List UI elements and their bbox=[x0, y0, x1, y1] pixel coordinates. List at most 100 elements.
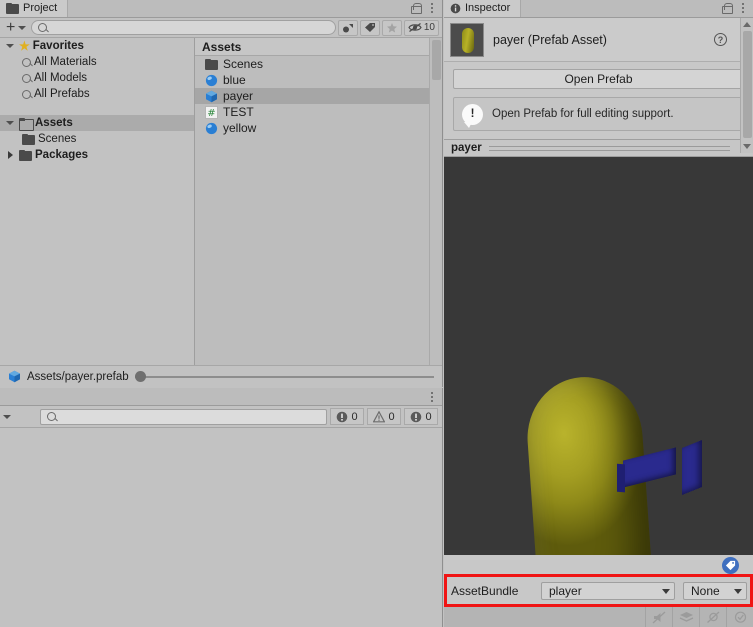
tree-item-all-prefabs[interactable]: All Prefabs bbox=[0, 86, 194, 102]
tab-project-label: Project bbox=[23, 2, 58, 14]
chevron-right-icon[interactable] bbox=[7, 151, 13, 159]
prefab-preview-thumbnail bbox=[450, 22, 484, 57]
tree-item-all-materials[interactable]: All Materials bbox=[0, 54, 194, 70]
tree-item-packages-label: Packages bbox=[35, 149, 89, 161]
tree-item-packages[interactable]: Packages bbox=[0, 147, 194, 163]
chevron-down-icon[interactable] bbox=[6, 121, 14, 125]
help-circle-icon[interactable]: ? bbox=[714, 33, 727, 46]
list-item[interactable]: # TEST bbox=[195, 104, 442, 120]
console-log-area[interactable] bbox=[0, 428, 442, 627]
info-circle-icon bbox=[450, 3, 461, 13]
inspector-asset-header: payer (Prefab Asset) ? bbox=[444, 18, 753, 62]
inspector-scrollbar[interactable] bbox=[740, 18, 753, 153]
inspector-asset-title: payer (Prefab Asset) bbox=[493, 32, 607, 47]
kebab-menu-icon[interactable] bbox=[426, 1, 437, 15]
inspector-window: Inspector payer (Prefab Asset) ? Open Pr… bbox=[444, 0, 753, 627]
list-item[interactable]: yellow bbox=[195, 120, 442, 136]
chevron-down-icon bbox=[734, 588, 742, 594]
kebab-menu-icon[interactable] bbox=[426, 390, 437, 404]
tab-inspector-label: Inspector bbox=[465, 2, 511, 14]
tree-item-scenes[interactable]: Scenes bbox=[0, 131, 194, 147]
lighting-toggle-button[interactable] bbox=[699, 606, 726, 627]
kebab-menu-icon[interactable] bbox=[737, 1, 748, 15]
console-info-count: 0 bbox=[425, 410, 432, 423]
lock-icon[interactable] bbox=[411, 2, 422, 14]
info-bubble-icon: ! bbox=[462, 103, 483, 128]
prefab-cube-icon bbox=[9, 370, 20, 383]
console-error-count: 0 bbox=[351, 410, 358, 423]
layers-button[interactable] bbox=[672, 606, 699, 627]
list-item-label: TEST bbox=[223, 105, 254, 119]
scroll-down-arrow[interactable] bbox=[743, 140, 751, 153]
console-search-input[interactable] bbox=[40, 408, 327, 425]
assetbundle-name-dropdown[interactable]: player bbox=[541, 582, 675, 600]
project-footer: Assets/payer.prefab bbox=[0, 365, 442, 387]
console-info-counter[interactable]: 0 bbox=[404, 408, 438, 425]
tree-item-favorites-label: Favorites bbox=[32, 40, 84, 52]
search-icon bbox=[22, 73, 31, 83]
tab-inspector[interactable]: Inspector bbox=[444, 0, 522, 17]
console-tabbar-actions bbox=[426, 388, 442, 406]
info-icon bbox=[411, 411, 422, 422]
list-item[interactable]: blue bbox=[195, 72, 442, 88]
project-body: ★ Favorites All Materials All Models All… bbox=[0, 38, 442, 365]
unity-editor-window: Project + 10 ★ Favorites All Materials A… bbox=[0, 0, 753, 627]
check-circle-icon bbox=[734, 611, 746, 623]
create-button[interactable]: + bbox=[3, 18, 29, 36]
tree-item-assets[interactable]: Assets bbox=[0, 115, 194, 131]
console-warning-counter[interactable]: 0 bbox=[367, 408, 401, 425]
tree-item-all-prefabs-label: All Prefabs bbox=[34, 88, 90, 100]
open-prefab-button[interactable]: Open Prefab bbox=[453, 69, 744, 89]
scroll-up-arrow[interactable] bbox=[743, 18, 751, 31]
hidden-assets-count[interactable]: 10 bbox=[403, 19, 439, 36]
prefab-help-box: ! Open Prefab for full editing support. bbox=[453, 97, 744, 131]
project-list-scrollbar[interactable] bbox=[429, 38, 442, 365]
project-tabbar: Project bbox=[0, 0, 442, 18]
console-tabbar bbox=[0, 388, 442, 406]
console-error-counter[interactable]: 0 bbox=[330, 408, 364, 425]
thumbnail-zoom-slider[interactable] bbox=[134, 371, 434, 383]
tab-project[interactable]: Project bbox=[0, 0, 69, 17]
assetbundle-row: AssetBundle player None bbox=[444, 576, 753, 606]
filter-favorite-button[interactable] bbox=[381, 19, 402, 36]
project-tree-panel: ★ Favorites All Materials All Models All… bbox=[0, 38, 195, 365]
asset-label-tag-icon[interactable] bbox=[722, 557, 739, 574]
zoom-slider-handle[interactable] bbox=[134, 371, 146, 382]
filter-by-type-icon bbox=[342, 23, 353, 32]
tree-item-favorites[interactable]: ★ Favorites bbox=[0, 38, 194, 54]
error-icon bbox=[337, 411, 348, 422]
filter-by-label-button[interactable] bbox=[359, 19, 380, 36]
clear-dropdown-button[interactable] bbox=[0, 414, 14, 419]
chevron-down-icon[interactable] bbox=[6, 44, 14, 48]
prefab-help-text: Open Prefab for full editing support. bbox=[492, 108, 674, 120]
search-input[interactable] bbox=[31, 20, 336, 35]
project-window: Project + 10 ★ Favorites All Materials A… bbox=[0, 0, 443, 387]
warning-icon bbox=[373, 410, 386, 422]
plus-icon: + bbox=[6, 18, 16, 36]
search-icon bbox=[22, 57, 31, 67]
filter-by-type-button[interactable] bbox=[337, 19, 358, 36]
mute-audio-button[interactable] bbox=[645, 606, 672, 627]
prefab-preview-canvas[interactable] bbox=[444, 157, 753, 555]
selected-asset-path: Assets/payer.prefab bbox=[27, 370, 129, 383]
list-item[interactable]: payer bbox=[195, 88, 442, 104]
prefab-cube-icon bbox=[206, 90, 217, 102]
tree-item-assets-label: Assets bbox=[35, 117, 73, 129]
list-item-label: yellow bbox=[223, 121, 257, 135]
filter-favorite-star-icon bbox=[386, 22, 397, 32]
inspector-tabbar-actions bbox=[722, 0, 753, 17]
assets-list-header-label: Assets bbox=[202, 39, 242, 54]
assetbundle-label: AssetBundle bbox=[451, 584, 519, 598]
layers-icon bbox=[679, 611, 693, 622]
folder-icon bbox=[22, 133, 35, 145]
tree-item-all-models[interactable]: All Models bbox=[0, 70, 194, 86]
tree-item-all-materials-label: All Materials bbox=[34, 56, 97, 68]
assetbundle-variant-dropdown[interactable]: None bbox=[683, 582, 747, 600]
assets-list-header: Assets bbox=[195, 38, 442, 56]
list-item[interactable]: Scenes bbox=[195, 56, 442, 72]
drag-handle-icon[interactable] bbox=[488, 145, 730, 151]
tree-item-all-models-label: All Models bbox=[34, 72, 88, 84]
ready-check-button[interactable] bbox=[726, 606, 753, 627]
lock-icon[interactable] bbox=[722, 2, 733, 14]
list-item-label: Scenes bbox=[223, 57, 264, 71]
